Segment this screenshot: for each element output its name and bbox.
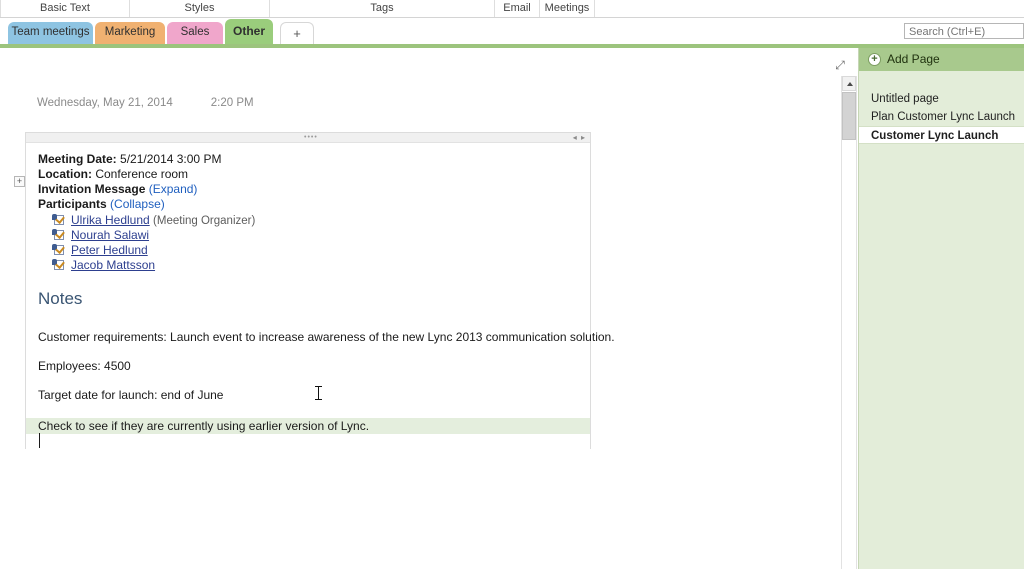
note-body[interactable]: Meeting Date: 5/21/2014 3:00 PM Location… (26, 143, 615, 449)
participant-row[interactable]: Peter Hedlund (52, 243, 148, 257)
section-tab-label: Team meetings (11, 26, 90, 38)
search-input[interactable] (905, 25, 1023, 39)
ribbon-group-label: Tags (370, 2, 394, 14)
section-tab-label: Sales (180, 26, 210, 38)
invitation-message-line: Invitation Message (Expand) (38, 182, 197, 196)
ribbon-group-label-strip: Basic Text Styles Tags Email Meetings (0, 0, 1024, 18)
note-container-handle[interactable]: •••• ◂ ▸ (26, 133, 590, 143)
page-date: Wednesday, May 21, 2014 (37, 97, 173, 109)
expand-ribbon-icon[interactable]: ⤢ (833, 58, 847, 72)
ribbon-group-label: Basic Text (40, 2, 90, 14)
page-title: Customer Lync Launch (871, 130, 999, 142)
add-page-label: Add Page (887, 52, 940, 66)
participant-name[interactable]: Jacob Mattsson (71, 258, 155, 272)
participants-label: Participants (38, 197, 107, 211)
ribbon-group-meetings: Meetings (540, 0, 595, 17)
participants-collapse-link[interactable]: (Collapse) (110, 197, 165, 211)
page-title: Untitled page (871, 93, 939, 105)
page-list-item-plan-customer-lync-launch[interactable]: Plan Customer Lync Launch (859, 108, 1024, 126)
add-section-tab-button[interactable]: + (280, 22, 314, 44)
note-paragraph: Target date for launch: end of June (38, 388, 224, 402)
highlighted-note-text: Check to see if they are currently using… (38, 419, 370, 433)
contact-check-icon (52, 244, 65, 256)
drag-grip-icon[interactable]: •••• (304, 134, 322, 141)
meeting-date-value: 5/21/2014 3:00 PM (120, 152, 222, 166)
ribbon-group-basic-text: Basic Text (0, 0, 130, 17)
page-timestamp: Wednesday, May 21, 2014 2:20 PM (37, 97, 254, 109)
participant-row[interactable]: Jacob Mattsson (52, 258, 155, 272)
scrollbar-thumb[interactable] (842, 92, 856, 140)
ribbon-group-label: Styles (184, 2, 215, 14)
participant-row[interactable]: Nourah Salawi (52, 228, 149, 242)
meeting-location-label: Location: (38, 167, 92, 181)
page-list-panel: + Add Page Untitled page Plan Customer L… (858, 48, 1024, 569)
section-tab-sales[interactable]: Sales (167, 22, 223, 44)
ribbon-group-tags: Tags (270, 0, 495, 17)
outline-expand-button[interactable]: + (14, 176, 25, 187)
participant-role: (Meeting Organizer) (153, 215, 256, 227)
section-tab-team-meetings[interactable]: Team meetings (8, 22, 93, 44)
section-tab-label: Marketing (104, 26, 156, 38)
meeting-date-label: Meeting Date: (38, 152, 117, 166)
text-caret (39, 433, 40, 448)
contact-check-icon (52, 229, 65, 241)
scroll-up-arrow-icon[interactable] (842, 76, 856, 91)
search-box[interactable] (904, 23, 1024, 39)
participant-name[interactable]: Nourah Salawi (71, 228, 149, 242)
page-list-scrollbar[interactable] (841, 76, 857, 569)
notes-heading: Notes (38, 289, 83, 308)
participant-name[interactable]: Ulrika Hedlund (71, 213, 150, 227)
resize-arrows-icon[interactable]: ◂ ▸ (573, 134, 586, 142)
invitation-expand-link[interactable]: (Expand) (149, 182, 198, 196)
meeting-date-line: Meeting Date: 5/21/2014 3:00 PM (38, 152, 221, 166)
meeting-location-line: Location: Conference room (38, 167, 188, 181)
section-tab-label: Other (232, 24, 265, 38)
page-time: 2:20 PM (210, 97, 254, 109)
contact-check-icon (52, 214, 65, 226)
meeting-location-value: Conference room (95, 167, 189, 181)
note-paragraph: Employees: 4500 (38, 359, 131, 373)
note-container[interactable]: •••• ◂ ▸ Meeting Date: 5/21/2014 3:00 PM… (25, 132, 615, 449)
section-tab-marketing[interactable]: Marketing (95, 22, 165, 44)
mouse-cursor-ibeam (315, 385, 322, 401)
note-paragraph: Customer requirements: Launch event to i… (38, 330, 615, 344)
add-page-button[interactable]: + Add Page (859, 48, 1024, 71)
plus-circle-icon: + (868, 53, 881, 66)
participant-row[interactable]: Ulrika Hedlund (Meeting Organizer) (52, 213, 255, 227)
ribbon-group-email: Email (495, 0, 540, 17)
ribbon-group-label: Email (503, 2, 531, 14)
ribbon-group-styles: Styles (130, 0, 270, 17)
plus-icon: + (293, 26, 301, 41)
participants-line: Participants (Collapse) (38, 197, 165, 211)
highlighted-note-line: Check to see if they are currently using… (26, 418, 590, 434)
page-list-item-customer-lync-launch[interactable]: Customer Lync Launch (859, 126, 1024, 144)
page-title: Plan Customer Lync Launch (871, 111, 1016, 123)
page-list-item-untitled-page[interactable]: Untitled page (859, 90, 1024, 108)
page-canvas[interactable]: Wednesday, May 21, 2014 2:20 PM + •••• ◂ … (0, 48, 838, 569)
ribbon-group-label: Meetings (544, 2, 590, 14)
participant-name[interactable]: Peter Hedlund (71, 243, 148, 257)
section-tab-other[interactable]: Other (225, 19, 273, 44)
invitation-message-label: Invitation Message (38, 182, 146, 196)
contact-check-icon (52, 259, 65, 271)
